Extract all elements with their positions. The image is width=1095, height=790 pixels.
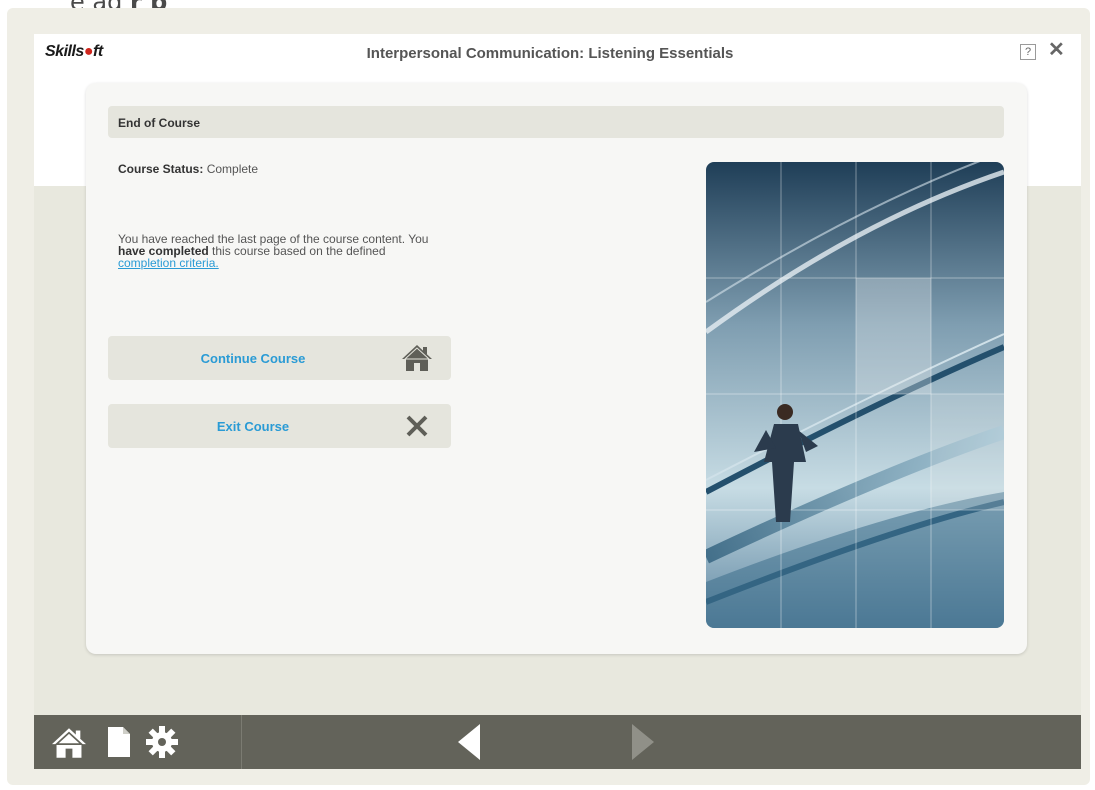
course-status-label: Course Status: xyxy=(118,162,204,176)
course-status-value: Complete xyxy=(206,162,259,176)
help-button[interactable]: ? xyxy=(1020,44,1036,60)
course-status: Course Status: Complete xyxy=(118,162,258,176)
panel-heading: End of Course xyxy=(118,116,201,130)
completion-message: You have reached the last page of the co… xyxy=(118,232,429,270)
course-title: Interpersonal Communication: Listening E… xyxy=(366,45,734,62)
gear-icon[interactable] xyxy=(146,726,178,758)
businessman-photo xyxy=(706,162,1004,628)
panel-heading-bar: End of Course xyxy=(108,106,1004,138)
back-arrow-icon[interactable] xyxy=(458,724,480,760)
continue-course-button[interactable]: Continue Course xyxy=(108,336,451,380)
skillsoft-logo: Skills●ft xyxy=(45,43,103,60)
exit-course-button[interactable]: Exit Course xyxy=(108,404,451,448)
home-icon xyxy=(402,345,432,371)
toolbar-divider xyxy=(241,715,242,769)
close-x-icon xyxy=(406,415,428,437)
completion-criteria-link[interactable]: completion criteria. xyxy=(118,256,219,270)
bottom-toolbar xyxy=(34,715,1081,769)
document-icon[interactable] xyxy=(108,727,130,757)
close-window-button[interactable]: ✕ xyxy=(1048,40,1065,60)
forward-arrow-icon[interactable] xyxy=(632,724,654,760)
home-icon[interactable] xyxy=(52,726,86,760)
